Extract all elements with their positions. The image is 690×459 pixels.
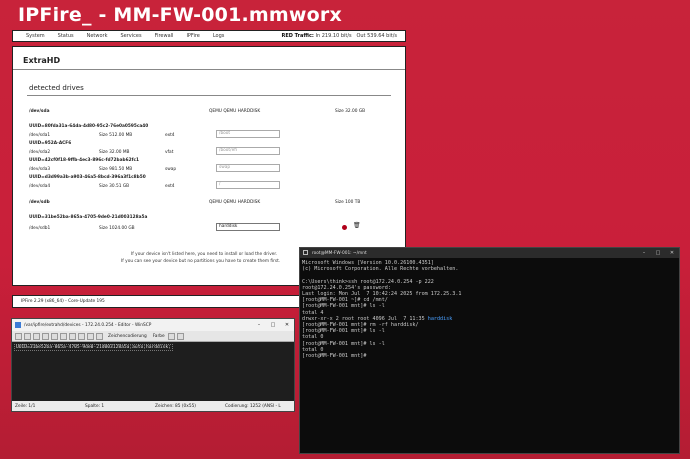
partition-device: /dev/sda4 [29, 184, 51, 189]
drive-size: Size 32.00 GB [335, 109, 366, 114]
editor-title: /var/ipfire/extrahd/devices - 172.24.0.2… [24, 322, 152, 328]
undo-icon[interactable] [51, 332, 58, 340]
editor-text-area[interactable]: UUID=31be52ba-865a-4705-9de0-21d003128a5… [13, 342, 293, 401]
partition-uuid: UUID=42cf0f18-9ffb-4ec3-896c-fd72bab62fc… [29, 158, 139, 163]
terminal-output[interactable]: Microsoft Windows [Version 10.0.26100.43… [302, 260, 677, 359]
traffic-out: Out 539.64 bit/s [356, 33, 397, 39]
partition-uuid: UUID=80fda31a-64da-4d80-95c2-76e0a0595ca… [29, 124, 149, 129]
goto-icon[interactable] [87, 332, 94, 340]
maximize-icon[interactable]: □ [266, 322, 280, 328]
partition-device: /dev/sda2 [29, 150, 51, 155]
divider [13, 69, 405, 70]
replace-icon[interactable] [78, 332, 85, 340]
mount-input[interactable]: /boot [216, 130, 280, 138]
version-text: IPFire 2.29 (x86_64) - Core-Update 195 [21, 299, 105, 304]
status-chars: Zeichen: 85 (0x55) [155, 403, 196, 409]
reload-icon[interactable] [96, 332, 103, 340]
minimize-icon[interactable]: – [637, 250, 651, 256]
mount-input[interactable]: /boot/efi [216, 147, 280, 155]
nav-item-firewall[interactable]: Firewall [155, 33, 174, 39]
drive-size: Size 100 TB [335, 200, 361, 205]
partition-uuid: UUID=d3d99a3b-a903-46a5-8bcd-396a3f1c8b5… [29, 175, 146, 180]
status-column: Spalte: 1 [85, 403, 105, 409]
nav-item-logs[interactable]: Logs [213, 33, 225, 39]
partition-device: /dev/sda1 [29, 133, 51, 138]
nav-item-system[interactable]: System [26, 33, 45, 39]
editor-line: UUID=31be52ba-865a-4705-9de0-21d003128a5… [14, 344, 173, 351]
drive-device: /dev/sda [29, 109, 50, 114]
panel-title: ExtraHD [23, 56, 61, 65]
terminal-titlebar[interactable]: root@MM-FW-001: ~/mnt – □ ✕ [300, 248, 679, 258]
partition-size: Size 1024.00 GB [99, 226, 135, 231]
find-icon[interactable] [69, 332, 76, 340]
partition-device: /dev/sda3 [29, 167, 51, 172]
mount-input[interactable]: harddisk [216, 223, 280, 231]
nav-item-services[interactable]: Services [120, 33, 141, 39]
partition-size: Size 32.00 MB [99, 150, 130, 155]
top-navigation: System Status Network Services Firewall … [12, 30, 406, 42]
paste-icon[interactable] [42, 332, 49, 340]
editor-toolbar: Zeichencodierung Farbe [12, 331, 294, 342]
minimize-icon[interactable]: – [252, 322, 266, 328]
drive-device: /dev/sdb [29, 200, 50, 205]
terminal-window: root@MM-FW-001: ~/mnt – □ ✕ Microsoft Wi… [299, 247, 680, 454]
maximize-icon[interactable]: □ [651, 250, 665, 256]
drive-model: QEMU QEMU HARDDISK [209, 200, 261, 205]
red-traffic-status: RED Traffic: In 219.10 bit/s Out 539.64 … [282, 33, 397, 39]
cut-icon[interactable] [24, 332, 31, 340]
color-dropdown[interactable]: Farbe [153, 334, 165, 339]
partition-uuid: UUID=31be52ba-865a-4705-9de0-21d003128a5… [29, 215, 148, 220]
status-dot-icon [342, 225, 347, 230]
partition-size: Size 30.51 GB [99, 184, 130, 189]
terminal-icon [303, 250, 308, 255]
partition-fs: ext4 [165, 133, 175, 138]
terminal-title: root@MM-FW-001: ~/mnt [312, 250, 367, 256]
help-icon[interactable] [176, 332, 184, 340]
partition-size: Size 981.50 MB [99, 167, 133, 172]
highlighted-dir: harddisk [427, 315, 453, 322]
partition-note: If you can see your device but no partit… [121, 259, 281, 264]
partition-size: Size 512.00 MB [99, 133, 133, 138]
settings-icon[interactable] [167, 332, 175, 340]
redo-icon[interactable] [60, 332, 67, 340]
traffic-in: In 219.10 bit/s [315, 33, 352, 39]
winscp-editor-window: /var/ipfire/extrahd/devices - 172.24.0.2… [11, 318, 295, 412]
editor-statusbar: Zeile: 1/1 Spalte: 1 Zeichen: 85 (0x55) … [12, 401, 294, 411]
trash-icon[interactable]: 🗑 [353, 222, 361, 229]
traffic-label: RED Traffic: [281, 33, 314, 39]
partition-fs: ext4 [165, 184, 175, 189]
nav-item-network[interactable]: Network [87, 33, 108, 39]
encoding-dropdown[interactable]: Zeichencodierung [108, 334, 147, 339]
nav-item-ipfire[interactable]: IPFire [186, 33, 199, 39]
close-icon[interactable]: ✕ [665, 250, 679, 256]
copy-icon[interactable] [33, 332, 40, 340]
partition-fs: swap [165, 167, 177, 172]
editor-titlebar[interactable]: /var/ipfire/extrahd/devices - 172.24.0.2… [12, 319, 294, 331]
partition-uuid: UUID=952A-ACF6 [29, 141, 72, 146]
close-icon[interactable]: ✕ [280, 322, 294, 328]
status-encoding: Codierung: 1252 (ANSI - L [225, 403, 281, 409]
divider [27, 95, 391, 96]
drive-model: QEMU QEMU HARDDISK [209, 109, 261, 114]
partition-fs: vfat [165, 150, 174, 155]
mount-input[interactable]: swap [216, 164, 280, 172]
partition-device: /dev/sdb1 [29, 226, 51, 231]
section-title: detected drives [29, 84, 84, 92]
page-title: IPFire_ - MM-FW-001.mmworx [18, 4, 342, 26]
winscp-icon [15, 322, 21, 328]
status-line: Zeile: 1/1 [15, 403, 36, 409]
nav-item-status[interactable]: Status [58, 33, 74, 39]
mount-input[interactable]: / [216, 181, 280, 189]
driver-note: If your device isn't listed here, you ne… [131, 252, 278, 257]
save-icon[interactable] [15, 332, 22, 340]
